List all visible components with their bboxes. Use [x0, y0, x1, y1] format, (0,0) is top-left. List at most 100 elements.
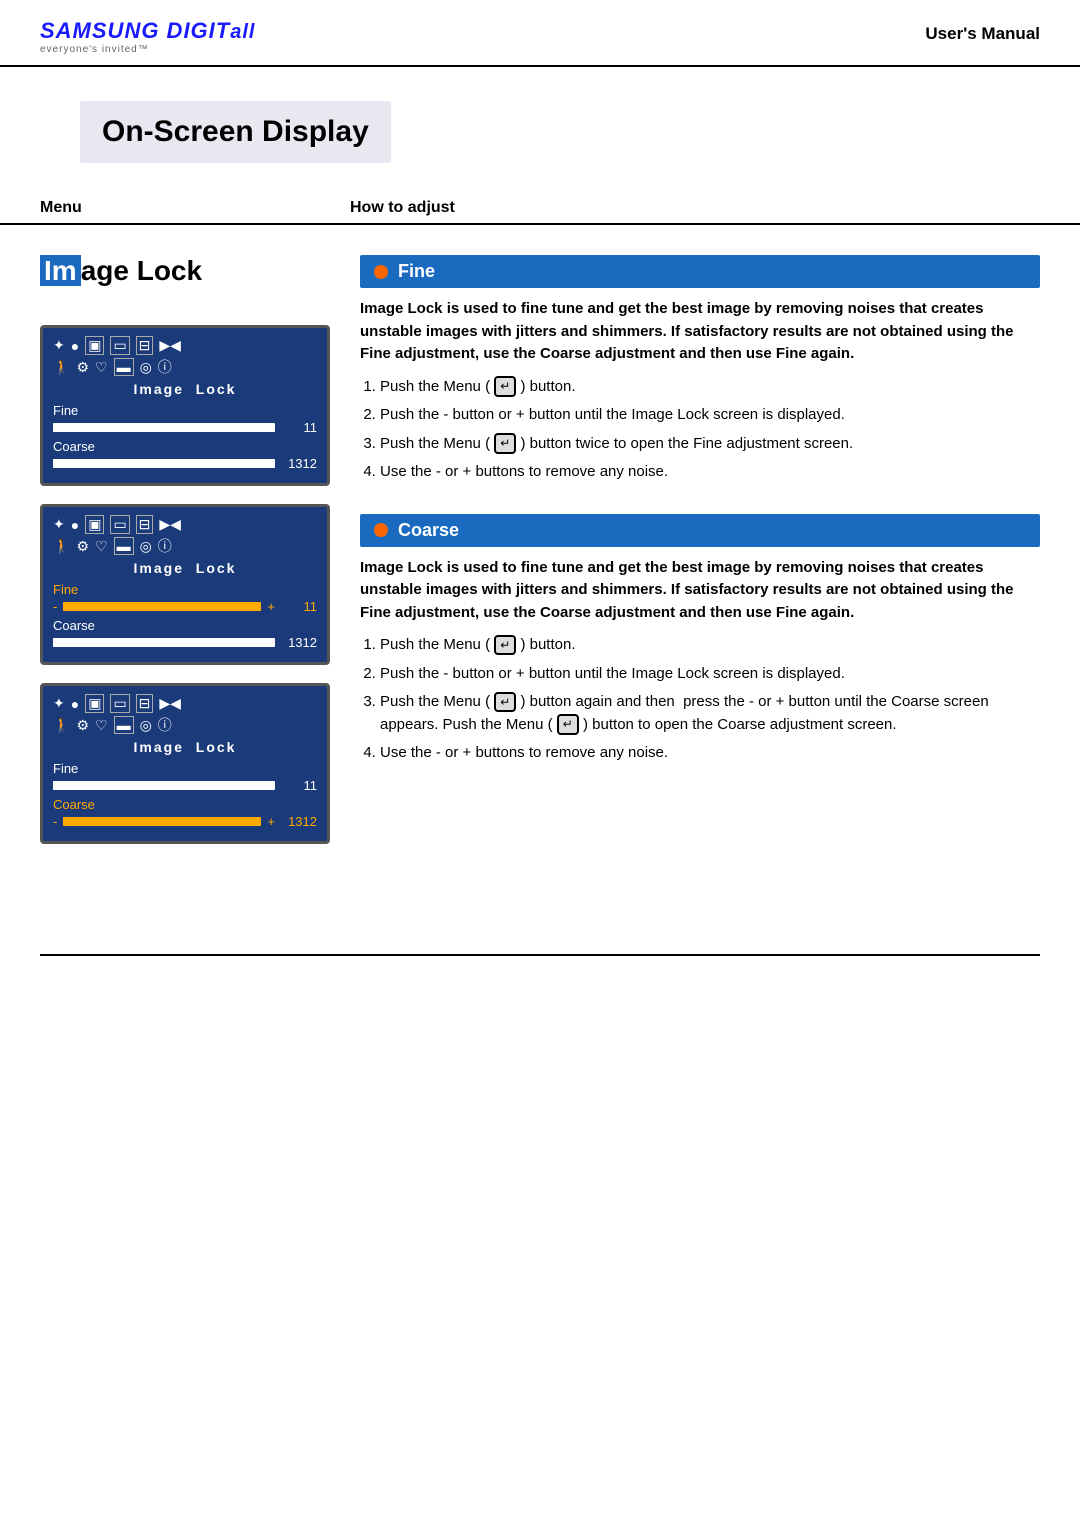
- footer-line: [40, 954, 1040, 986]
- circle-icon: ●: [71, 338, 79, 354]
- image-lock-heading: Image Lock: [40, 255, 330, 287]
- clock-icon: ◎: [140, 359, 152, 376]
- fine-title-bar: Fine: [360, 255, 1040, 288]
- fine-section: Fine Image Lock is used to fine tune and…: [360, 255, 1040, 484]
- coarse-dot: [374, 523, 388, 537]
- coarse-step-4: Use the - or + buttons to remove any noi…: [380, 742, 1040, 765]
- monitor-2-coarse-label: Coarse: [53, 618, 317, 633]
- monitor-2-fine-row: Fine - + 11: [53, 582, 317, 614]
- monitor-3-icon-row2: 🚶 ⚙ ♡ ▬ ◎ ⓘ: [53, 715, 317, 735]
- clock-icon-3: ◎: [140, 717, 152, 734]
- monitor-2-fine-value: 11: [281, 599, 317, 614]
- how-to-col-header: How to adjust: [350, 199, 455, 217]
- page-title-box: On-Screen Display: [80, 101, 391, 163]
- monitor-2-fine-bar: [63, 602, 261, 611]
- monitor-2-icon-row2-left: 🚶 ⚙ ♡ ▬ ◎ ⓘ: [53, 536, 172, 556]
- monitor-1-coarse-bar: [53, 459, 275, 468]
- fine-step-4: Use the - or + buttons to remove any noi…: [380, 461, 1040, 484]
- coarse-step-3: Push the Menu ( ↵ ) button again and the…: [380, 691, 1040, 736]
- monitor-icon: ▭: [110, 336, 129, 355]
- coarse-description: Image Lock is used to fine tune and get …: [360, 557, 1040, 625]
- monitor-1-coarse-label: Coarse: [53, 439, 317, 454]
- menu-btn-icon-5: ↵: [557, 714, 579, 735]
- monitor-icon-3: ▭: [110, 694, 129, 713]
- menu-col-header: Menu: [40, 199, 350, 217]
- fine-step-1: Push the Menu ( ↵ ) button.: [380, 376, 1040, 399]
- fine-title: Fine: [398, 261, 435, 282]
- menu-btn-icon-3: ↵: [494, 635, 516, 656]
- monitor-3-coarse-label: Coarse: [53, 797, 317, 812]
- person-icon: 🚶: [53, 359, 70, 376]
- monitor-1-coarse-value: 1312: [281, 456, 317, 471]
- coarse-steps-list: Push the Menu ( ↵ ) button. Push the - b…: [360, 634, 1040, 765]
- settings-icon-3: ⚙: [76, 717, 89, 734]
- settings-icon: ⚙: [76, 359, 89, 376]
- coarse-step-2: Push the - button or + button until the …: [380, 663, 1040, 686]
- page-header: SAMSUNG DIGITall everyone's invited™ Use…: [0, 0, 1080, 67]
- monitor-3-coarse-row: Coarse - + 1312: [53, 797, 317, 829]
- monitor-screen-1: ✦ ● ▣ ▭ ⊟ ▶◀ 🚶 ⚙ ♡ ▬ ◎ ⓘ Image Loc: [40, 325, 330, 486]
- monitor-1-fine-row: Fine 11: [53, 403, 317, 435]
- monitor-3-fine-label: Fine: [53, 761, 317, 776]
- sun-icon-2: ✦: [53, 516, 65, 533]
- rect-icon-3: ▬: [114, 716, 134, 734]
- monitor-3-fine-bar: [53, 781, 275, 790]
- rect-icon-2: ▬: [114, 537, 134, 555]
- icon-row-2-left: 🚶 ⚙ ♡ ▬ ◎ ⓘ: [53, 357, 172, 377]
- monitor-1-icon-row-left: ✦ ● ▣ ▭ ⊟ ▶◀: [53, 336, 181, 355]
- monitor-1-icons: ✦ ● ▣ ▭ ⊟ ▶◀: [53, 336, 317, 355]
- logo-area: SAMSUNG DIGITall everyone's invited™: [40, 18, 255, 55]
- sun-icon: ✦: [53, 337, 65, 354]
- heart-icon-3: ♡: [95, 717, 108, 734]
- heart-icon-2: ♡: [95, 538, 108, 555]
- monitor-1-fine-bar: [53, 423, 275, 432]
- monitor-3-minus: -: [53, 814, 57, 829]
- arrow-icon-3: ▶◀: [159, 695, 181, 712]
- circle-icon-3: ●: [71, 696, 79, 712]
- monitor-3-plus: +: [267, 814, 275, 829]
- menu-btn-icon-2: ↵: [494, 433, 516, 454]
- monitor-screen-2: ✦ ● ▣ ▭ ⊟ ▶◀ 🚶 ⚙ ♡ ▬ ◎ ⓘ Image Loc: [40, 504, 330, 665]
- monitor-1-fine-value: 11: [281, 420, 317, 435]
- monitor-2-coarse-row: Coarse 1312: [53, 618, 317, 650]
- monitor-2-coarse-bar: [53, 638, 275, 647]
- info-icon-2: ⓘ: [158, 536, 172, 556]
- monitor-3-fine-row: Fine 11: [53, 761, 317, 793]
- circle-icon-2: ●: [71, 517, 79, 533]
- speaker-icon-2: ⊟: [136, 515, 154, 534]
- right-column: Fine Image Lock is used to fine tune and…: [360, 255, 1040, 844]
- rect-icon: ▬: [114, 358, 134, 376]
- column-headers: Menu How to adjust: [0, 181, 1080, 225]
- person-icon-3: 🚶: [53, 717, 70, 734]
- heart-icon: ♡: [95, 359, 108, 376]
- monitor-3-coarse-bar-row: - + 1312: [53, 814, 317, 829]
- clock-icon-2: ◎: [140, 538, 152, 555]
- monitor-1-coarse-row: Coarse 1312: [53, 439, 317, 471]
- arrow-icon: ▶◀: [159, 337, 181, 354]
- picture-icon: ▣: [85, 336, 104, 355]
- person-icon-2: 🚶: [53, 538, 70, 555]
- sun-icon-3: ✦: [53, 695, 65, 712]
- coarse-title: Coarse: [398, 520, 459, 541]
- monitor-2-minus: -: [53, 599, 57, 614]
- monitor-2-icon-row-left: ✦ ● ▣ ▭ ⊟ ▶◀: [53, 515, 181, 534]
- monitor-1-icon-row2: 🚶 ⚙ ♡ ▬ ◎ ⓘ: [53, 357, 317, 377]
- speaker-icon: ⊟: [136, 336, 154, 355]
- monitor-screen-3: ✦ ● ▣ ▭ ⊟ ▶◀ 🚶 ⚙ ♡ ▬ ◎ ⓘ Image Loc: [40, 683, 330, 844]
- fine-body: Image Lock is used to fine tune and get …: [360, 298, 1040, 484]
- picture-icon-3: ▣: [85, 694, 104, 713]
- fine-step-3: Push the Menu ( ↵ ) button twice to open…: [380, 433, 1040, 456]
- settings-icon-2: ⚙: [76, 538, 89, 555]
- monitor-2-fine-bar-row: - + 11: [53, 599, 317, 614]
- monitor-3-coarse-bar: [63, 817, 261, 826]
- monitor-3-fine-bar-row: 11: [53, 778, 317, 793]
- coarse-step-1: Push the Menu ( ↵ ) button.: [380, 634, 1040, 657]
- info-icon: ⓘ: [158, 357, 172, 377]
- fine-description: Image Lock is used to fine tune and get …: [360, 298, 1040, 366]
- menu-btn-icon-1: ↵: [494, 376, 516, 397]
- info-icon-3: ⓘ: [158, 715, 172, 735]
- coarse-title-bar: Coarse: [360, 514, 1040, 547]
- monitor-1-title: Image Lock: [53, 381, 317, 397]
- left-column: Image Lock ✦ ● ▣ ▭ ⊟ ▶◀ 🚶 ⚙ ♡ ▬: [40, 255, 330, 844]
- monitor-2-icon-row2: 🚶 ⚙ ♡ ▬ ◎ ⓘ: [53, 536, 317, 556]
